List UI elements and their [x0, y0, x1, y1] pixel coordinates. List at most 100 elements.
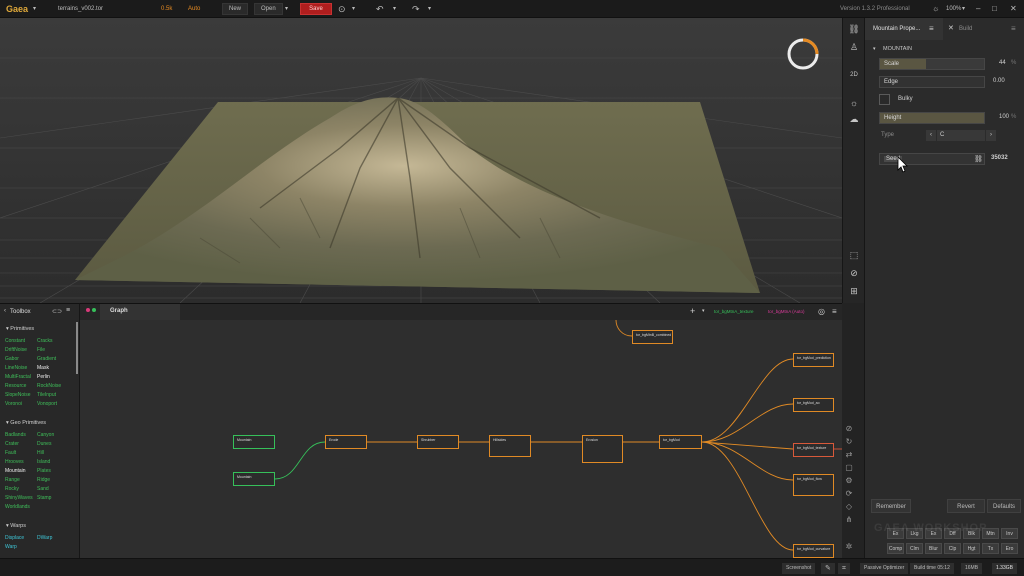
save-button[interactable]: Save: [300, 3, 332, 15]
screenshot-button[interactable]: Screenshot: [782, 563, 816, 574]
toolbox-item[interactable]: Hrooves: [5, 459, 24, 465]
undo-icon[interactable]: ↶: [376, 0, 384, 18]
maximize-icon[interactable]: □: [992, 0, 997, 18]
toolbox-item[interactable]: MultiFractal: [5, 374, 31, 380]
app-menu-chevron-icon[interactable]: ▾: [33, 0, 36, 18]
grid-toggle-icon[interactable]: ⊞: [846, 284, 862, 298]
toolbox-item[interactable]: Fault: [5, 450, 16, 456]
bulky-checkbox[interactable]: [879, 94, 890, 105]
graph-node[interactable]: Mountain: [233, 472, 275, 486]
section-chevron-icon[interactable]: ▾: [873, 46, 876, 52]
toolbox-toggle-icon[interactable]: ⊂⊃: [52, 308, 62, 315]
toolbox-item[interactable]: Vonoport: [37, 401, 57, 407]
minimize-icon[interactable]: –: [976, 0, 980, 18]
new-button[interactable]: New: [222, 3, 249, 15]
toolbox-item[interactable]: Crater: [5, 441, 19, 447]
toolbox-item[interactable]: Badlands: [5, 432, 26, 438]
mode-2d-button[interactable]: 2D: [846, 68, 862, 82]
redo-icon[interactable]: ↷: [412, 0, 420, 18]
zoom-chevron-icon[interactable]: ▾: [962, 0, 965, 18]
toolbox-item[interactable]: Mask: [37, 365, 49, 371]
graph-tool-icon[interactable]: ⟳: [844, 489, 854, 499]
height-slider[interactable]: Height: [879, 112, 985, 124]
toolbox-item[interactable]: File: [37, 347, 45, 353]
toolbox-item[interactable]: Range: [5, 477, 20, 483]
sun-icon[interactable]: ☼: [932, 0, 939, 18]
type-prev-icon[interactable]: ‹: [926, 130, 936, 141]
graph-tool-icon[interactable]: ⋔: [844, 515, 854, 525]
graph-tool-icon[interactable]: ⚙: [844, 476, 854, 486]
toolbox-item[interactable]: Constant: [5, 338, 25, 344]
properties-menu-icon[interactable]: ≡: [929, 24, 934, 33]
redo-chevron-icon[interactable]: ▾: [428, 0, 431, 18]
graph-tool-icon[interactable]: ⇄: [844, 450, 854, 460]
open-chevron-icon[interactable]: ▾: [285, 0, 288, 18]
graph-editor[interactable]: Graph + ▾ tor_bgMtnA_texture tor_bgMtnA …: [80, 303, 986, 558]
graph-node[interactable]: Shrubber: [417, 435, 459, 449]
toolbox-item[interactable]: Displace: [5, 535, 24, 541]
close-icon[interactable]: ✕: [1010, 0, 1017, 18]
zoom-level[interactable]: 100%: [946, 0, 961, 18]
graph-node[interactable]: tor_bgMod_curvature: [793, 544, 834, 558]
frame-icon[interactable]: ⬚: [846, 248, 862, 262]
target-icon[interactable]: ⊙: [338, 0, 346, 18]
graph-tool-icon[interactable]: ▢: [844, 463, 854, 473]
toolbox-item[interactable]: Resource: [5, 383, 26, 389]
graph-tool-icon[interactable]: ✲: [844, 542, 854, 552]
toolbox-item[interactable]: Canyon: [37, 432, 54, 438]
toolbox-item[interactable]: Hill: [37, 450, 44, 456]
user-icon[interactable]: ♙: [846, 40, 862, 54]
toolbox-scrollbar[interactable]: [76, 322, 78, 374]
graph-node[interactable]: tor_bgMtnB_combined: [632, 330, 673, 344]
graph-node[interactable]: tor_bgMod_ao: [793, 398, 834, 412]
toolbox-menu-icon[interactable]: ≡: [66, 307, 70, 314]
graph-node[interactable]: Hillsides: [489, 435, 531, 457]
toolbox-item[interactable]: Sand: [37, 486, 49, 492]
toolbox-item[interactable]: Worldlands: [5, 504, 30, 510]
graph-node[interactable]: Erosion: [582, 435, 623, 463]
type-select[interactable]: C: [937, 130, 985, 141]
graph-node[interactable]: Erode: [325, 435, 367, 449]
open-button[interactable]: Open: [254, 3, 283, 15]
toolbox-item[interactable]: Rocky: [5, 486, 19, 492]
graph-refresh-icon[interactable]: ↻: [844, 437, 854, 447]
scale-slider[interactable]: Scale: [879, 58, 985, 70]
graph-node[interactable]: tor_bgMod_prediction: [793, 353, 834, 367]
optimizer-toggle[interactable]: Passive Optimizer: [860, 563, 909, 574]
graph-node[interactable]: tor_bgMod_flow: [793, 474, 834, 496]
graph-node[interactable]: Mountain: [233, 435, 275, 449]
compass-icon[interactable]: ⊘: [846, 266, 862, 280]
type-next-icon[interactable]: ›: [986, 130, 996, 141]
toolbox-item[interactable]: Cracks: [37, 338, 53, 344]
defaults-button[interactable]: Defaults: [987, 499, 1021, 513]
toolbox-item[interactable]: Perlin: [37, 374, 50, 380]
target-chevron-icon[interactable]: ▾: [352, 0, 355, 18]
seed-link-icon[interactable]: ⛓: [974, 154, 983, 165]
remember-button[interactable]: Remember: [871, 499, 911, 513]
terrain-viewport[interactable]: [0, 18, 842, 303]
toolbox-item[interactable]: Dunes: [37, 441, 51, 447]
toolbox-item[interactable]: TileInput: [37, 392, 56, 398]
toolbox-item[interactable]: Voronoi: [5, 401, 22, 407]
toolbox-item[interactable]: ShinyWaves: [5, 495, 33, 501]
toolbox-item[interactable]: RockNoise: [37, 383, 61, 389]
toolbox-item[interactable]: Stamp: [37, 495, 51, 501]
toolbox-item[interactable]: Warp: [5, 544, 17, 550]
graph-tool-icon[interactable]: ◇: [844, 502, 854, 512]
graph-tool-icon[interactable]: ⊘: [844, 424, 854, 434]
toolbox-item[interactable]: Gradient: [37, 356, 56, 362]
resolution-select[interactable]: 0.5k: [161, 0, 172, 18]
toolbox-back-icon[interactable]: ‹: [4, 308, 6, 314]
auto-select[interactable]: Auto: [188, 0, 200, 18]
graph-node[interactable]: tor_bgMod_texture: [793, 443, 834, 457]
cloud-icon[interactable]: ☁: [846, 112, 862, 126]
toolbox-item[interactable]: SlopeNoise: [5, 392, 31, 398]
edge-field[interactable]: Edge: [879, 76, 985, 88]
app-logo[interactable]: Gaea: [6, 0, 28, 18]
graph-node[interactable]: tor_bgMod: [659, 435, 702, 449]
toolbox-item[interactable]: LineNoise: [5, 365, 27, 371]
dropper-icon[interactable]: ⌗: [838, 563, 850, 574]
toolbox-item[interactable]: DWarp: [37, 535, 52, 541]
revert-button[interactable]: Revert: [947, 499, 985, 513]
link-icon[interactable]: ⛓: [846, 22, 862, 36]
